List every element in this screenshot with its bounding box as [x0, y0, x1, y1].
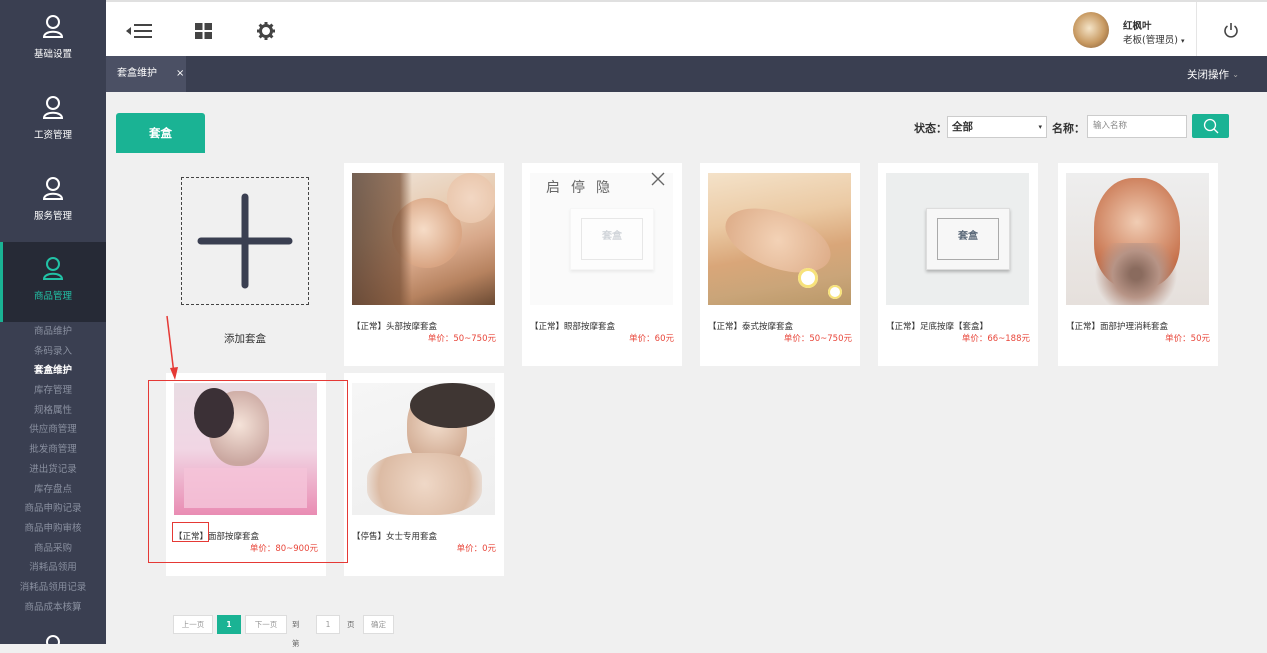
status-select[interactable]: 全部 ▾: [947, 116, 1047, 138]
submenu-item[interactable]: 消耗品领用记录: [0, 578, 106, 598]
submenu-item[interactable]: 供应商管理: [0, 420, 106, 440]
divider: [1196, 2, 1197, 58]
nav-item-service[interactable]: 服务管理: [0, 162, 106, 242]
gear-icon[interactable]: [256, 21, 276, 41]
chevron-down-icon[interactable]: ⌄: [1232, 56, 1239, 94]
page-unit-label: 页: [347, 620, 355, 629]
arrow-icon: [166, 315, 178, 380]
person-icon: [46, 635, 60, 644]
close-icon[interactable]: [650, 171, 666, 187]
package-box-image: 套盒: [886, 173, 1029, 305]
search-button[interactable]: [1192, 114, 1229, 138]
add-package-button[interactable]: [181, 177, 309, 305]
submenu-item-active[interactable]: 套盒维护: [0, 361, 106, 381]
submenu-item[interactable]: 进出货记录: [0, 460, 106, 480]
user-role: 老板(管理员): [1123, 35, 1178, 46]
sidebar: 基础设置 工资管理 服务管理 商品管理 商品维护 条码录入 套盒维护 库存管理 …: [0, 0, 106, 644]
card-price: 单价：50元: [1165, 334, 1210, 344]
nav-label: 服务管理: [33, 211, 72, 222]
nav-label: 工资管理: [33, 130, 72, 141]
status-label: 状态：: [914, 122, 947, 135]
card-price: 单价：66~188元: [961, 334, 1030, 344]
tab-strip: 套盒维护 × 关闭操作 ⌄: [106, 56, 1267, 92]
nav-item-products[interactable]: 商品管理: [0, 242, 106, 322]
package-card[interactable]: 套盒 启停隐 【正常】眼部按摩套盒 单价：60元: [522, 163, 682, 366]
card-title: 【正常】眼部按摩套盒: [530, 322, 616, 332]
tab-label: 套盒维护: [117, 68, 157, 79]
submenu-item[interactable]: 条码录入: [0, 342, 106, 362]
woman-portrait-photo: [352, 383, 495, 515]
package-card[interactable]: 套盒 【正常】足底按摩【套盒】 单价：66~188元: [878, 163, 1038, 366]
avatar[interactable]: [1073, 12, 1109, 48]
card-title: 【正常】泰式按摩套盒: [708, 322, 794, 332]
card-title: 【正常】头部按摩套盒: [352, 322, 438, 332]
person-icon: [42, 15, 64, 38]
card-price: 单价：50~750元: [427, 334, 496, 344]
spa-massage-photo: [708, 173, 851, 305]
head-massage-photo: [352, 173, 495, 305]
user-name[interactable]: 红枫叶: [1123, 18, 1152, 32]
plus-icon: [197, 193, 293, 289]
submenu-item[interactable]: 批发商管理: [0, 440, 106, 460]
search-icon: [1203, 118, 1219, 134]
card-price: 单价：50~750元: [783, 334, 852, 344]
prev-page-button[interactable]: 上一页: [173, 615, 213, 634]
package-card[interactable]: 【正常】面部护理消耗套盒 单价：50元: [1058, 163, 1218, 366]
top-header: 红枫叶 老板(管理员) ▾: [106, 0, 1267, 58]
submenu-item[interactable]: 库存管理: [0, 381, 106, 401]
submenu-item[interactable]: 规格属性: [0, 401, 106, 421]
tab-packages[interactable]: 套盒: [116, 113, 205, 153]
goto-label: 到第: [292, 620, 300, 648]
add-package-label: 添加套盒: [224, 333, 266, 345]
caret-down-icon: ▾: [1180, 37, 1185, 45]
submenu-item[interactable]: 商品采购: [0, 539, 106, 559]
next-page-button[interactable]: 下一页: [245, 615, 287, 634]
nav-label: 基础设置: [33, 49, 72, 60]
package-card[interactable]: 【停售】女士专用套盒 单价：0元: [344, 373, 504, 576]
status-highlight-box: [172, 522, 209, 542]
card-price: 单价：0元: [456, 544, 496, 554]
box-label: 套盒: [937, 218, 999, 260]
caret-down-icon: ▾: [1038, 123, 1042, 131]
package-card[interactable]: 【正常】泰式按摩套盒 单价：50~750元: [700, 163, 860, 366]
status-value: 全部: [952, 121, 973, 133]
nav-label: 商品管理: [33, 291, 72, 302]
submenu-item[interactable]: 消耗品领用: [0, 558, 106, 578]
main-content: 套盒 状态： 全部 ▾ 名称： 输入名称 添加套盒 【正常】头部按摩套盒 单价：…: [106, 92, 1267, 648]
grid-icon[interactable]: [194, 21, 214, 41]
card-price: 单价：60元: [629, 334, 674, 344]
close-operations-button[interactable]: 关闭操作: [1187, 56, 1229, 94]
page-number-input[interactable]: 1: [316, 615, 340, 634]
confirm-page-button[interactable]: 确定: [363, 615, 394, 634]
card-title: 【停售】女士专用套盒: [352, 532, 438, 542]
package-box: 套盒: [926, 208, 1010, 270]
tab-package-maintenance[interactable]: 套盒维护: [106, 56, 186, 92]
nav-item-basic-settings[interactable]: 基础设置: [0, 0, 106, 80]
name-label: 名称：: [1052, 122, 1085, 135]
submenu-item[interactable]: 商品成本核算: [0, 598, 106, 618]
submenu-item[interactable]: 商品申购记录: [0, 499, 106, 519]
name-search-input[interactable]: 输入名称: [1087, 115, 1187, 138]
close-icon[interactable]: ×: [176, 56, 184, 92]
submenu-item[interactable]: 库存盘点: [0, 480, 106, 500]
collapse-menu-icon[interactable]: [126, 21, 152, 41]
person-icon: [42, 96, 64, 119]
page-button-current[interactable]: 1: [217, 615, 241, 634]
person-icon: [42, 257, 64, 280]
user-role-dropdown[interactable]: 老板(管理员) ▾: [1123, 32, 1184, 46]
submenu: 商品维护 条码录入 套盒维护 库存管理 规格属性 供应商管理 批发商管理 进出货…: [0, 322, 106, 617]
submenu-item[interactable]: 商品申购审核: [0, 519, 106, 539]
nav-item-salary[interactable]: 工资管理: [0, 81, 106, 161]
person-icon: [42, 177, 64, 200]
card-title: 【正常】足底按摩【套盒】: [886, 322, 989, 332]
flower-portrait-photo: [1066, 173, 1209, 305]
hover-actions[interactable]: 启停隐: [546, 177, 621, 197]
card-title: 【正常】面部护理消耗套盒: [1066, 322, 1169, 332]
submenu-item[interactable]: 商品维护: [0, 322, 106, 342]
package-card[interactable]: 【正常】头部按摩套盒 单价：50~750元: [344, 163, 504, 366]
power-icon[interactable]: [1223, 22, 1239, 39]
